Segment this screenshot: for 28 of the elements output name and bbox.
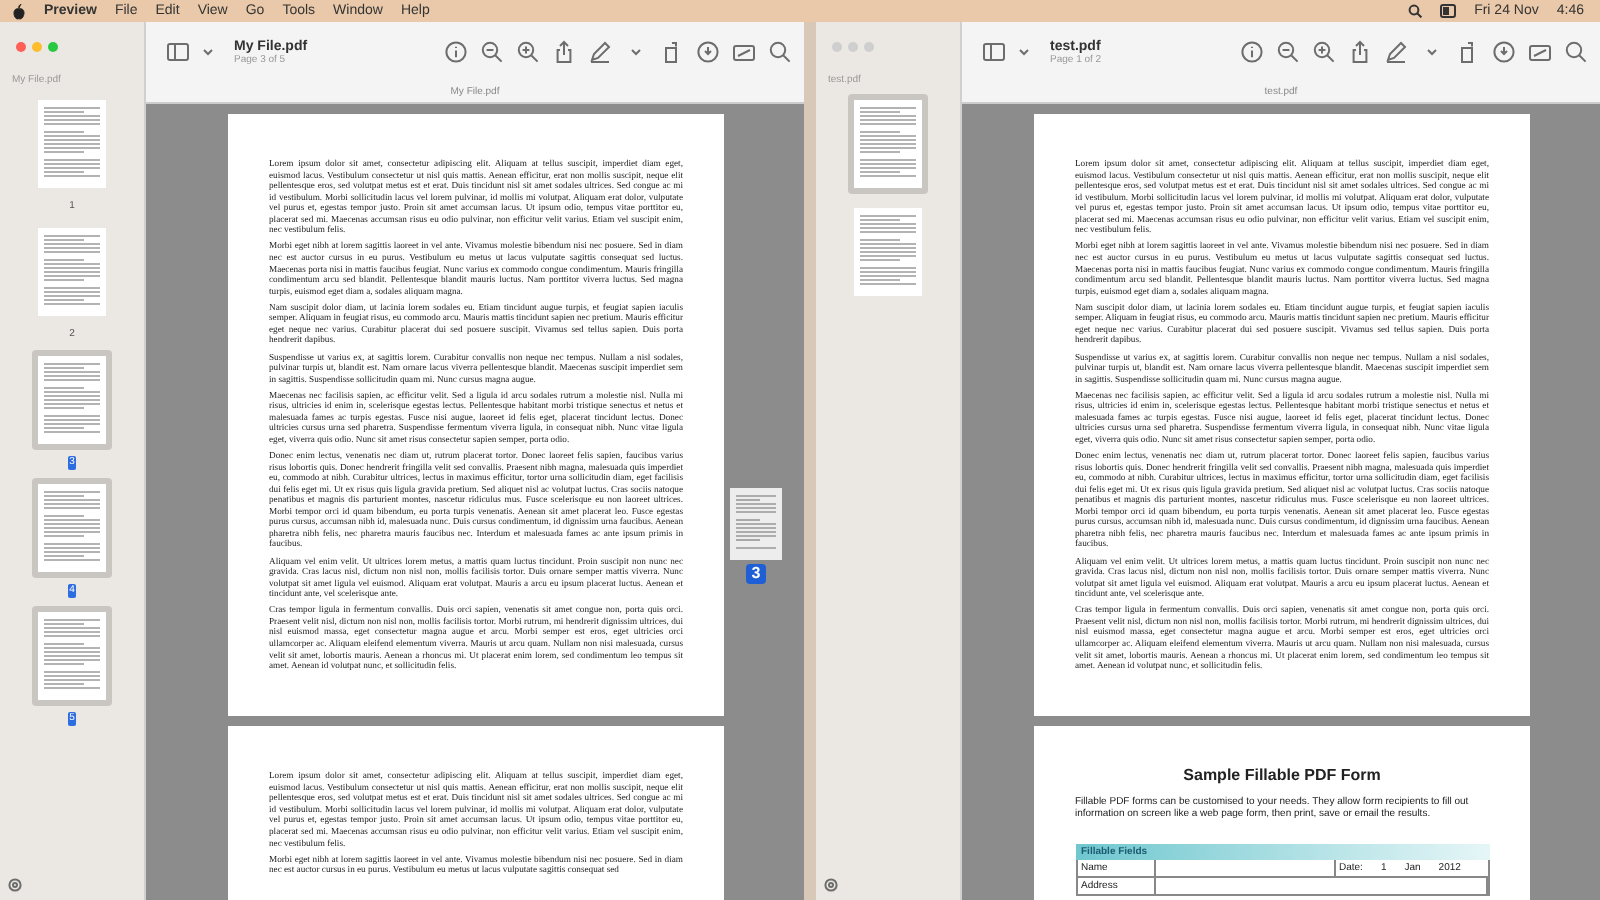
- count-badge: 3: [745, 564, 767, 584]
- page-thumbnail[interactable]: [848, 202, 928, 302]
- zoom-out-icon[interactable]: [480, 40, 504, 64]
- search-icon[interactable]: [1408, 4, 1423, 18]
- pen-icon[interactable]: [588, 40, 612, 64]
- apple-logo-icon[interactable]: [12, 3, 26, 19]
- info-icon[interactable]: [444, 40, 468, 64]
- zoom-in-icon[interactable]: [1312, 40, 1336, 64]
- info-icon[interactable]: [1240, 40, 1264, 64]
- search-icon[interactable]: [768, 40, 792, 64]
- page-thumbnail[interactable]: [32, 350, 112, 450]
- page-thumbnail[interactable]: [32, 606, 112, 706]
- zoom-in-icon[interactable]: [516, 40, 540, 64]
- form-title: Sample Fillable PDF Form: [1181, 766, 1383, 785]
- share-icon[interactable]: [552, 40, 576, 64]
- pen-icon[interactable]: [1384, 40, 1408, 64]
- control-center-icon[interactable]: [1440, 4, 1457, 18]
- page-thumbnail[interactable]: [848, 94, 928, 194]
- zoom-out-icon[interactable]: [1276, 40, 1300, 64]
- page-thumbnail[interactable]: [32, 222, 112, 322]
- dragged-page-thumbnail: [730, 488, 782, 560]
- sidebar-toggle-icon[interactable]: [166, 40, 190, 64]
- page-thumbnail[interactable]: [32, 94, 112, 194]
- search-icon[interactable]: [1564, 40, 1588, 64]
- share-icon[interactable]: [1348, 40, 1372, 64]
- close-button[interactable]: [16, 42, 26, 52]
- page-thumbnail[interactable]: [32, 478, 112, 578]
- sidebar-toggle-icon[interactable]: [982, 40, 1006, 64]
